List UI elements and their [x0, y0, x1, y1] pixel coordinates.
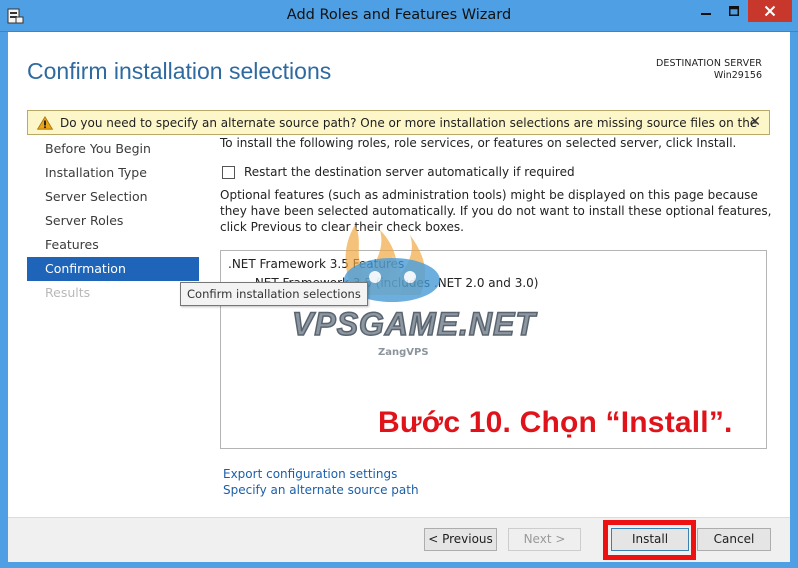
close-window-button[interactable] [748, 0, 792, 22]
maximize-icon [728, 6, 739, 16]
list-item: .NET Framework 3.5 Features [228, 257, 405, 271]
install-highlight-box [603, 520, 696, 560]
nav-item-confirmation[interactable]: Confirmation [27, 257, 199, 281]
optional-features-note: Optional features (such as administratio… [220, 188, 772, 234]
destination-server-name: Win29156 [713, 70, 762, 81]
nav-item-server-roles[interactable]: Server Roles [27, 209, 199, 233]
warning-message[interactable]: Do you need to specify an alternate sour… [60, 116, 760, 130]
window-frame-left [0, 32, 8, 568]
nav-item-before-you-begin[interactable]: Before You Begin [27, 137, 199, 161]
window-title: Add Roles and Features Wizard [286, 7, 512, 23]
cancel-button[interactable]: Cancel [697, 528, 771, 551]
warning-close-button[interactable]: ✕ [749, 114, 761, 130]
nav-item-installation-type[interactable]: Installation Type [27, 161, 199, 185]
intro-text: To install the following roles, role ser… [220, 136, 737, 150]
destination-server-label: DESTINATION SERVER [655, 58, 762, 69]
window-frame-right [790, 32, 798, 568]
watermark-text: VPSGAME.NET [291, 305, 536, 343]
nav-item-features[interactable]: Features [27, 233, 199, 257]
minimize-icon [701, 13, 711, 15]
warning-bar[interactable]: Do you need to specify an alternate sour… [27, 110, 770, 135]
wizard-steps-nav: Before You Begin Installation Type Serve… [27, 137, 199, 305]
restart-checkbox-label[interactable]: Restart the destination server automatic… [244, 165, 575, 179]
previous-button[interactable]: < Previous [424, 528, 497, 551]
title-bar[interactable]: Add Roles and Features Wizard [0, 0, 798, 32]
export-configuration-link[interactable]: Export configuration settings [223, 467, 397, 481]
nav-tooltip: Confirm installation selections [180, 282, 368, 306]
page-title: Confirm installation selections [27, 58, 332, 84]
next-button: Next > [508, 528, 581, 551]
instruction-annotation: Bước 10. Chọn “Install”. [378, 406, 733, 439]
watermark-subtext: ZangVPS [378, 347, 429, 358]
warning-triangle-icon [37, 116, 53, 130]
window-frame-bottom [0, 562, 798, 568]
nav-item-results: Results [45, 285, 91, 300]
minimize-button[interactable] [692, 0, 720, 22]
alternate-source-path-link[interactable]: Specify an alternate source path [223, 483, 419, 497]
close-icon [764, 5, 776, 17]
nav-item-server-selection[interactable]: Server Selection [27, 185, 199, 209]
restart-checkbox[interactable] [222, 166, 235, 179]
maximize-button[interactable] [720, 0, 747, 22]
